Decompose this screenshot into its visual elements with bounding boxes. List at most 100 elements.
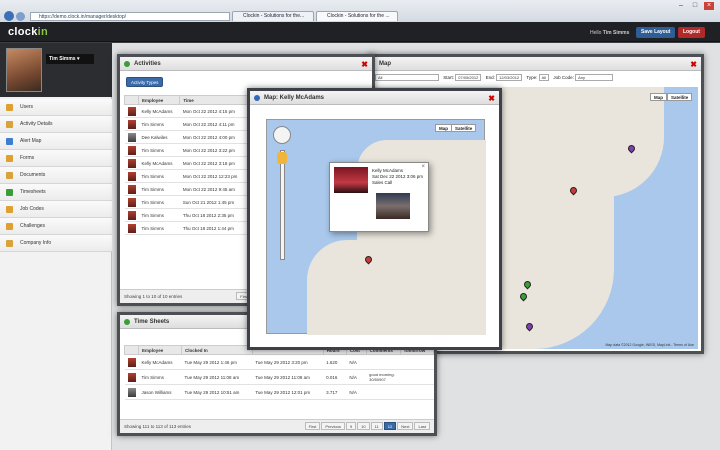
sidebar-item-alert-map[interactable]: Alert Map <box>0 133 112 150</box>
table-row[interactable]: Dee Kalwiles Mon Oct 22 2012 4:00 pm <box>124 130 248 144</box>
sidebar-item-timesheets[interactable]: Timesheets <box>0 184 112 201</box>
timesheets-table: Employee Clocked In Hours Cost Comments Tomor… <box>124 345 435 400</box>
sidebar-item-label: Users <box>20 104 34 110</box>
forward-button[interactable] <box>16 12 25 21</box>
activity-icon <box>6 121 13 128</box>
employee-thumb <box>124 195 139 209</box>
sidebar-item-documents[interactable]: Documents <box>0 167 112 184</box>
zoom-pan-control[interactable] <box>273 126 291 144</box>
sidebar-item-label: Timesheets <box>20 189 46 195</box>
browser-tab-1[interactable]: Clockin - Solutions for the... <box>232 11 314 21</box>
time-cell: Mon Oct 22 2012 3:22 pm <box>179 143 248 157</box>
streetview-pegman-icon[interactable] <box>277 152 287 164</box>
employee-thumb <box>124 182 139 196</box>
sidebar-item-job-codes[interactable]: Job Codes <box>0 201 112 218</box>
job-codes-icon <box>6 206 13 213</box>
table-row[interactable]: Kelly McAdams Mon Oct 22 2012 4:15 pm <box>124 104 248 118</box>
employee-cell: Dee Kalwiles <box>138 130 180 144</box>
sidebar-item-label: Company Info <box>20 240 52 246</box>
close-icon[interactable]: ✖ <box>690 58 697 72</box>
table-row[interactable]: Tim Simms Mon Oct 22 2012 12:23 pm <box>124 169 248 183</box>
sidebar-item-label: Activity Details <box>20 121 53 127</box>
table-row[interactable]: Tim Simms Tue May 29 2012 11:08 am Tue May… <box>124 369 434 385</box>
page-button[interactable]: First <box>304 422 321 430</box>
time-cell: Mon Oct 22 2012 9:45 am <box>179 182 248 196</box>
table-row[interactable]: Tim Simms Thu Oct 18 2012 2:35 pm <box>124 208 248 222</box>
map-panel-title: Map <box>379 61 391 67</box>
sidebar-item-users[interactable]: Users <box>0 99 112 116</box>
page-button[interactable]: 12 <box>383 422 397 430</box>
page-button[interactable]: Previous <box>321 422 345 430</box>
col-0[interactable]: Employee <box>137 345 183 355</box>
info-name: Kelly McAdams <box>372 168 404 173</box>
table-row[interactable]: Kelly McAdams Mon Oct 22 2012 3:18 pm <box>124 156 248 170</box>
info-icon <box>254 95 260 101</box>
employee-cell: Tim Simms <box>138 208 180 222</box>
sidebar-item-label: Challenges <box>20 223 46 229</box>
table-row[interactable]: Tim Simms Thu Oct 18 2012 1:44 pm <box>124 221 248 235</box>
sidebar-item-forms[interactable]: Forms <box>0 150 112 167</box>
employee-thumb <box>124 221 139 235</box>
map-type-map-button[interactable]: Map <box>650 93 667 101</box>
timesheets-footer: Showing 111 to 113 of 113 entries First Pr… <box>120 419 434 433</box>
table-row[interactable]: Kelly McAdams Tue May 29 2012 1:46 pm Tue … <box>124 354 434 370</box>
clock-out-cell: Tue May 29 2012 11:08 am <box>252 369 324 385</box>
documents-icon <box>6 172 13 179</box>
page-button[interactable]: Last <box>414 422 430 430</box>
timesheets-icon <box>6 189 13 196</box>
employee-cell: Tim Simms <box>138 117 180 131</box>
save-layout-button[interactable]: Save Layout <box>636 27 676 38</box>
employee-thumb <box>124 117 139 131</box>
table-row[interactable]: Tim Simms Sun Oct 21 2012 1:45 pm <box>124 195 248 209</box>
info-status: Sales Call <box>372 180 393 185</box>
time-cell: Mon Oct 22 2012 12:23 pm <box>179 169 248 183</box>
activity-photo <box>376 193 410 219</box>
popup-map-type-map-button[interactable]: Map <box>435 124 452 132</box>
back-button[interactable] <box>4 11 14 21</box>
employee-thumb <box>124 369 139 385</box>
sidebar-item-challenges[interactable]: Challenges <box>0 218 112 235</box>
table-row[interactable]: Jason Williams Tue May 29 2012 10:51 am Tu… <box>124 384 434 400</box>
tomorrow-cell <box>400 369 434 385</box>
map-icon <box>6 138 13 145</box>
address-bar[interactable]: https://demo.clock.in/manager/desktop/ <box>30 12 230 21</box>
page-button[interactable]: 10 <box>357 422 370 430</box>
browser-tab-2[interactable]: Clockin - Solutions for the ... <box>316 11 398 21</box>
col-time[interactable]: Time <box>179 95 248 105</box>
table-row[interactable]: Tim Simms Mon Oct 22 2012 4:11 pm <box>124 117 248 131</box>
app-logo: clockin <box>8 26 49 38</box>
hello-text: Hello Tim Simms <box>590 30 630 36</box>
sidebar-item-activity-details[interactable]: Activity Details <box>0 116 112 133</box>
employee-cell: Tim Simms <box>138 369 182 385</box>
close-icon[interactable]: ✖ <box>361 58 368 72</box>
info-close-icon[interactable]: × <box>421 164 425 170</box>
time-cell: Sun Oct 21 2012 1:45 pm <box>179 195 248 209</box>
page-button[interactable]: 9 <box>345 422 357 430</box>
employee-thumb <box>124 354 139 370</box>
popup-map-type-satellite-button[interactable]: Satellite <box>451 124 477 132</box>
activity-types-button[interactable]: Activity Types <box>126 77 164 87</box>
col-employee[interactable]: Employee <box>137 95 181 105</box>
table-row[interactable]: Tim Simms Mon Oct 22 2012 3:22 pm <box>124 143 248 157</box>
table-row[interactable]: Tim Simms Mon Oct 22 2012 9:45 am <box>124 182 248 196</box>
type-select[interactable]: All <box>538 74 550 81</box>
zoom-slider[interactable] <box>280 150 285 260</box>
popup-map[interactable]: Map Satellite Kelly McAdams Sat Dec 22 2… <box>266 119 486 335</box>
map-attribution: Map data ©2012 Google, INEGI, MapLink - … <box>605 343 695 347</box>
job-code-select[interactable]: Any <box>575 74 614 81</box>
close-window-icon[interactable]: × <box>704 2 714 10</box>
page-button[interactable]: Next <box>397 422 414 430</box>
close-icon[interactable]: ✖ <box>488 92 495 106</box>
user-menu[interactable]: Tim Simms ▾ <box>46 54 94 64</box>
sidebar-item-company-info[interactable]: Company Info <box>0 235 112 252</box>
start-date-input[interactable]: 07/05/2012 <box>455 74 482 81</box>
page-button[interactable]: 11 <box>370 422 383 430</box>
minimize-icon[interactable]: – <box>676 2 686 10</box>
employee-thumb <box>124 384 139 400</box>
user-filter-select[interactable]: All <box>375 74 439 81</box>
map-type-satellite-button[interactable]: Satellite <box>667 93 693 101</box>
col-1[interactable]: Clocked In <box>181 345 253 355</box>
maximize-icon[interactable]: □ <box>690 2 700 10</box>
logout-button[interactable]: Logout <box>678 27 705 38</box>
end-date-input[interactable]: 12/03/2012 <box>496 74 523 81</box>
